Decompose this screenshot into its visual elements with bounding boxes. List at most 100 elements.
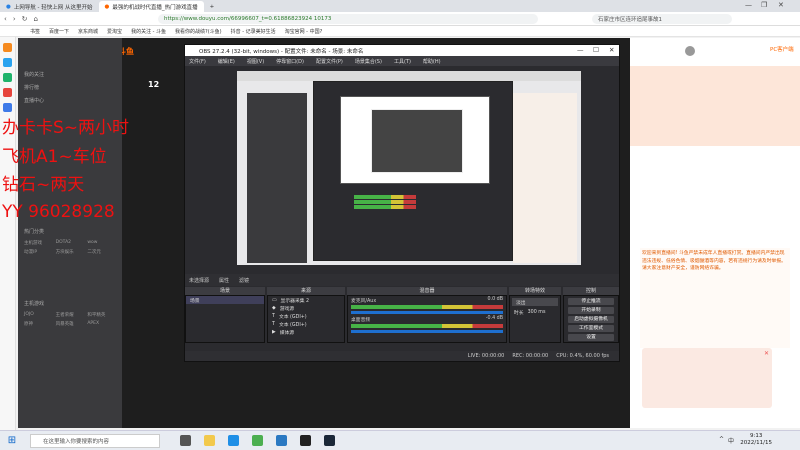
bookmark-item[interactable]: 抖音 - 记录美好生活 [231, 28, 276, 35]
menu-item-view[interactable]: 视图(V) [247, 58, 264, 65]
overlay-text-line: 办卡卡S~两小时 [2, 118, 130, 138]
taskbar-clock[interactable]: 9:13 2022/11/15 [740, 433, 772, 447]
close-button[interactable]: ✕ [778, 1, 784, 9]
sidebar-item-center[interactable]: 直播中心 [18, 94, 122, 107]
browser-search-box[interactable]: 石家庄市区连环追尾事故1 [592, 14, 732, 24]
menu-item-help[interactable]: 帮助(H) [423, 58, 441, 65]
user-strip: PC客户端 [630, 38, 800, 66]
browser-tab-strip: ● 上网导航 - 轻快上网 从这里开始 ● 最强的机战时代直播_热门游戏直播 + —… [0, 0, 800, 12]
store-icon[interactable] [252, 435, 263, 446]
system-tray: ^ 中 [719, 436, 734, 445]
bookmark-item[interactable]: 我的关注 - 斗鱼 [131, 28, 166, 35]
category-item[interactable]: APEX [87, 321, 116, 327]
browser-tab-0[interactable]: ● 上网导航 - 轻快上网 从这里开始 [0, 1, 99, 12]
scene-item[interactable]: 场景 [186, 296, 264, 304]
menu-item-tools[interactable]: 工具(T) [394, 58, 411, 65]
settings-button[interactable]: 设置 [568, 334, 614, 341]
menu-item-scene-collection[interactable]: 场景集合(S) [355, 58, 382, 65]
douyu-logo[interactable]: 斗鱼 [118, 46, 188, 58]
mixer-dock: 麦克风/Aux 0.0 dB 桌面音频 -0.4 dB [347, 295, 507, 343]
bookmark-item[interactable]: 淘宝官网 - 中国? [285, 28, 323, 35]
cpu-status: CPU: 0.4%, 60.00 fps [556, 353, 609, 359]
category-item[interactable]: 风暴英雄 [56, 321, 85, 327]
avatar[interactable] [685, 46, 695, 56]
sources-dock: ▭ 显示器采集 2 ◆ 游戏源 T 文本 (GDI+) T 文本 (GDI+) ▶ 媒体源 [267, 295, 345, 343]
obs-icon[interactable] [300, 435, 311, 446]
task-view-icon[interactable] [180, 435, 191, 446]
bookmark-item[interactable]: 百度一下 [49, 28, 69, 35]
obs-close-button[interactable]: ✕ [609, 46, 614, 54]
stop-streaming-button[interactable]: 停止推流 [568, 298, 614, 305]
reload-icon[interactable]: ↻ [22, 15, 28, 23]
transition-select[interactable]: 淡出 [512, 298, 558, 306]
studio-mode-button[interactable]: 工作室模式 [568, 325, 614, 332]
category-item[interactable]: 方块娱乐 [56, 249, 85, 255]
obs-minimize-button[interactable]: — [577, 46, 584, 54]
extension-icon[interactable] [3, 73, 12, 82]
close-icon[interactable]: ✕ [764, 350, 769, 357]
steam-icon[interactable] [324, 435, 335, 446]
category-item[interactable]: wow [87, 240, 116, 246]
extension-icon[interactable] [3, 58, 12, 67]
source-item[interactable]: ◆ 游戏源 [268, 304, 344, 312]
bookmark-item[interactable]: 书签 [30, 28, 40, 35]
input-method-icon[interactable]: 中 [728, 436, 734, 445]
address-bar[interactable]: https://www.douyu.com/66996607_t=0.61886… [158, 14, 538, 24]
live-status: LIVE: 00:00:00 [467, 353, 505, 359]
bookmark-item[interactable]: 京东商城 [78, 28, 98, 35]
properties-button[interactable]: 属性 [219, 277, 229, 284]
sidebar-item-following[interactable]: 我的关注 [18, 68, 122, 81]
promo-banner[interactable] [630, 66, 800, 146]
bookmark-item[interactable]: 我看你的战绩?(斗鱼) [175, 28, 222, 35]
back-icon[interactable]: ‹ [4, 15, 7, 23]
category-item[interactable]: 动漫IP [24, 249, 53, 255]
volume-slider[interactable] [351, 330, 503, 333]
category-item[interactable]: 原神 [24, 321, 53, 327]
home-icon[interactable]: ⌂ [34, 15, 38, 23]
transition-duration[interactable]: 时长 300 ms [510, 308, 560, 316]
windows-start-icon[interactable]: ⊞ [4, 433, 20, 449]
category-item[interactable]: 主机游戏 [24, 240, 53, 246]
windows-taskbar: ⊞ 在这里输入你要搜索的内容 ^ 中 9:13 2022/11/15 [0, 430, 800, 450]
new-tab-button[interactable]: + [204, 1, 221, 12]
start-recording-button[interactable]: 开始录制 [568, 307, 614, 314]
obs-maximize-button[interactable]: ☐ [593, 46, 599, 54]
menu-item-file[interactable]: 文件(F) [189, 58, 206, 65]
source-item[interactable]: ▭ 显示器采集 2 [268, 296, 344, 304]
menu-item-docks[interactable]: 停靠窗口(D) [276, 58, 304, 65]
category-item[interactable]: JOJO [24, 312, 53, 318]
filters-button[interactable]: 滤镜 [239, 277, 249, 284]
source-item[interactable]: ▶ 媒体源 [268, 328, 344, 336]
menu-item-profile[interactable]: 配置文件(P) [316, 58, 343, 65]
browser-icon[interactable] [276, 435, 287, 446]
tray-expand-icon[interactable]: ^ [719, 436, 724, 445]
extension-icon[interactable] [3, 103, 12, 112]
forward-icon[interactable]: › [13, 15, 16, 23]
edge-icon[interactable] [228, 435, 239, 446]
source-item[interactable]: T 文本 (GDI+) [268, 312, 344, 320]
sidebar-item-ranking[interactable]: 排行榜 [18, 81, 122, 94]
minimize-button[interactable]: — [745, 1, 752, 9]
category-item[interactable]: DOTA2 [56, 240, 85, 246]
extension-icon[interactable] [3, 88, 12, 97]
category-item[interactable]: 和平精英 [87, 312, 116, 318]
overlay-text-line: 钻石~两天 [2, 175, 85, 195]
menu-item-edit[interactable]: 编辑(E) [218, 58, 235, 65]
mixer-channel: 麦克风/Aux 0.0 dB [348, 296, 506, 315]
taskbar-search[interactable]: 在这里输入你要搜索的内容 [30, 433, 160, 448]
nested-browser-bar [237, 71, 581, 81]
volume-slider[interactable] [351, 311, 503, 314]
source-toolbar: 未选择源 属性 滤镜 [185, 274, 619, 286]
bookmark-item[interactable]: 爱淘宝 [107, 28, 122, 35]
virtual-camera-button[interactable]: 启动虚拟摄像机 [568, 316, 614, 323]
browser-tab-1[interactable]: ● 最强的机战时代直播_热门游戏直播 [98, 1, 204, 12]
pc-client-button[interactable]: PC客户端 [770, 45, 794, 53]
obs-preview[interactable] [237, 71, 581, 265]
nested-preview-deeper [371, 109, 463, 173]
maximize-button[interactable]: ❐ [761, 1, 767, 9]
category-item[interactable]: 二次元 [87, 249, 116, 255]
category-item[interactable]: 王者荣耀 [56, 312, 85, 318]
source-item[interactable]: T 文本 (GDI+) [268, 320, 344, 328]
file-explorer-icon[interactable] [204, 435, 215, 446]
extension-icon[interactable] [3, 43, 12, 52]
